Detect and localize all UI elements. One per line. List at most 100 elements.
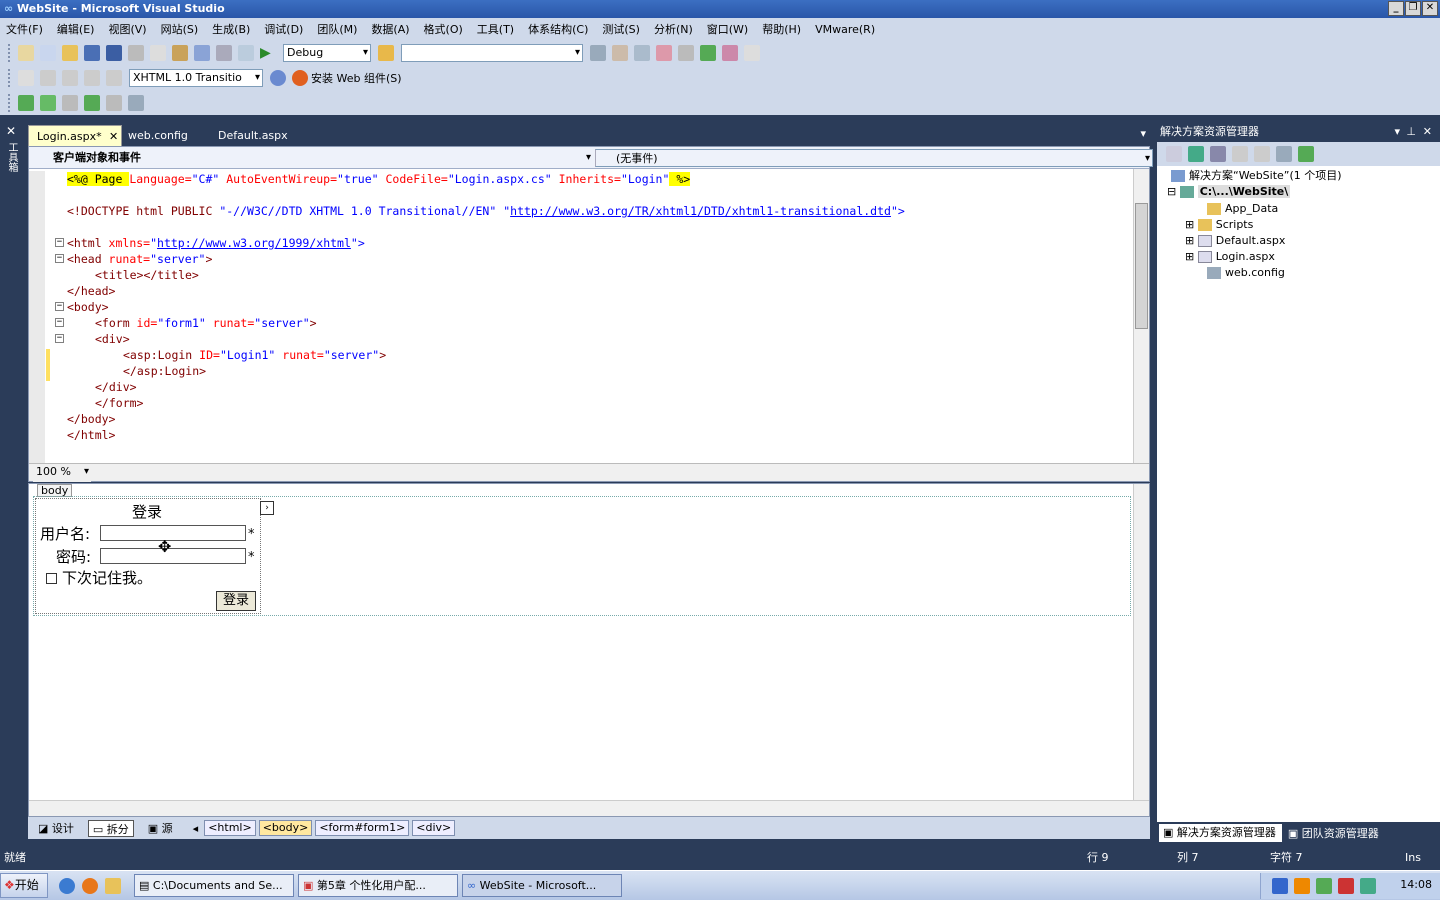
menu-team[interactable]: 团队(M) (317, 21, 357, 37)
menu-view[interactable]: 视图(V) (108, 21, 146, 37)
find-combo[interactable] (401, 43, 583, 62)
expand-icon[interactable]: ⊞ (1185, 234, 1198, 247)
client-objects-combo[interactable]: 客户端对象和事件 (33, 149, 593, 167)
tab-login-aspx[interactable]: Login.aspx* ✕ (28, 125, 122, 146)
design-vertical-scrollbar[interactable] (1133, 484, 1149, 800)
source-view-tab[interactable]: ▣ 源 (144, 820, 177, 837)
extensions-icon[interactable] (722, 44, 738, 61)
properties-icon[interactable] (1166, 146, 1182, 162)
close-button[interactable]: ✕ (1422, 1, 1438, 16)
open-icon[interactable] (62, 44, 78, 61)
toolbox-icon[interactable]: ✕ (0, 124, 22, 138)
fold-toggle-body[interactable]: − (55, 302, 64, 311)
menu-data[interactable]: 数据(A) (371, 21, 409, 37)
tools-icon[interactable] (678, 44, 694, 61)
save-icon[interactable] (84, 44, 100, 61)
menu-debug[interactable]: 调试(D) (264, 21, 303, 37)
panel-close-icon[interactable]: ✕ (1423, 122, 1432, 142)
solution-explorer-icon[interactable] (590, 44, 606, 61)
menu-tools[interactable]: 工具(T) (477, 21, 514, 37)
menu-edit[interactable]: 编辑(E) (57, 21, 95, 37)
undo-icon[interactable] (194, 44, 210, 61)
menu-website[interactable]: 网站(S) (161, 21, 199, 37)
continue-icon[interactable] (84, 94, 100, 111)
pause-icon[interactable] (106, 94, 122, 111)
start-button[interactable]: ❖开始 (0, 873, 48, 898)
solution-config-combo[interactable]: Debug (283, 43, 371, 62)
tree-item-app-data[interactable]: App_Data (1207, 201, 1278, 217)
doctype-combo[interactable]: XHTML 1.0 Transitio (129, 68, 263, 87)
crumb-left-icon[interactable]: ◂ (193, 822, 199, 835)
solution-node[interactable]: 解决方案“WebSite”(1 个项目) (1171, 168, 1342, 184)
tab-default-aspx[interactable]: Default.aspx (210, 125, 296, 146)
menu-build[interactable]: 生成(B) (212, 21, 250, 37)
find-icon[interactable] (378, 44, 394, 61)
design-surface[interactable]: body 登录 › 用户名: * 密码: * ✥ 下次记住我。 登录 (28, 483, 1150, 817)
start-page-icon[interactable] (700, 44, 716, 61)
smart-tag-button[interactable]: › (260, 501, 274, 515)
tree-item-scripts[interactable]: ⊞ Scripts (1185, 217, 1253, 233)
crumb-html[interactable]: <html> (204, 820, 256, 836)
save-all-icon[interactable] (106, 44, 122, 61)
restore-button[interactable]: ❐ (1405, 1, 1421, 16)
format-document-icon[interactable] (18, 69, 34, 86)
redo-icon[interactable] (216, 44, 232, 61)
tab-solution-explorer[interactable]: ▣ 解决方案资源管理器 (1159, 824, 1282, 842)
toolbox-icon[interactable] (656, 44, 672, 61)
navigate-icon[interactable] (238, 44, 254, 61)
refresh-icon[interactable] (1188, 146, 1204, 162)
events-combo[interactable]: (无事件) (595, 149, 1153, 168)
view-designer-icon[interactable] (1254, 146, 1270, 162)
menu-architecture[interactable]: 体系结构(C) (528, 21, 588, 37)
view-code-icon[interactable] (1232, 146, 1248, 162)
pin-icon[interactable]: ⊥ (1406, 122, 1416, 142)
code-area[interactable]: <%@ Page Language="C#" AutoEventWireup="… (29, 171, 1135, 463)
menu-file[interactable]: 文件(F) (6, 21, 43, 37)
expand-icon[interactable]: ⊞ (1185, 250, 1198, 263)
editor-vertical-scrollbar[interactable] (1133, 169, 1149, 463)
tree-item-default-aspx[interactable]: ⊞ Default.aspx (1185, 233, 1285, 249)
panel-menu-icon[interactable]: ▾ (1394, 122, 1400, 142)
command-window-icon[interactable] (744, 44, 760, 61)
copy-website-icon[interactable] (1276, 146, 1292, 162)
scrollbar-thumb[interactable] (1135, 203, 1148, 329)
login-control[interactable]: 登录 › 用户名: * 密码: * ✥ 下次记住我。 登录 (35, 498, 274, 614)
password-input[interactable] (100, 548, 246, 564)
nest-icon[interactable] (1210, 146, 1226, 162)
tray-security-icon[interactable] (1338, 878, 1354, 894)
menu-window[interactable]: 窗口(W) (707, 21, 748, 37)
menu-test[interactable]: 测试(S) (602, 21, 640, 37)
tree-item-login-aspx[interactable]: ⊞ Login.aspx (1185, 249, 1275, 265)
collapse-icon[interactable]: ⊟ (1167, 185, 1180, 198)
paste-icon[interactable] (172, 44, 188, 61)
editor-horizontal-scrollbar[interactable]: 100 % (29, 463, 1149, 482)
threads-icon[interactable] (128, 94, 144, 111)
tray-volume-icon[interactable] (1294, 878, 1310, 894)
menu-vmware[interactable]: VMware(R) (815, 23, 875, 36)
quicklaunch-folder-icon[interactable] (105, 878, 121, 894)
fold-toggle-head[interactable]: − (55, 254, 64, 263)
fold-toggle-form[interactable]: − (55, 318, 64, 327)
expand-icon[interactable]: ⊞ (1185, 218, 1198, 231)
tab-web-config[interactable]: web.config (120, 125, 196, 146)
minimize-button[interactable]: _ (1388, 1, 1404, 16)
username-input[interactable] (100, 525, 246, 541)
outdent-icon[interactable] (62, 69, 78, 86)
tray-update-icon[interactable] (1360, 878, 1376, 894)
stop-icon[interactable] (62, 94, 78, 111)
new-project-icon[interactable] (18, 44, 34, 61)
login-submit-button[interactable]: 登录 (216, 591, 256, 611)
toolbox-strip[interactable]: ✕ 工具箱 (0, 118, 22, 846)
start-debug-icon[interactable]: ▶ (260, 45, 276, 61)
menu-analyze[interactable]: 分析(N) (654, 21, 693, 37)
tray-app-icon[interactable] (1316, 878, 1332, 894)
object-browser-icon[interactable] (634, 44, 650, 61)
properties-icon[interactable] (612, 44, 628, 61)
menu-format[interactable]: 格式(O) (424, 21, 463, 37)
design-view-tab[interactable]: ◪ 设计 (34, 820, 78, 837)
taskbar-item-vs[interactable]: ∞ WebSite - Microsoft... (462, 874, 622, 897)
split-view-tab[interactable]: ▭ 拆分 (87, 819, 134, 837)
tray-network-icon[interactable] (1272, 878, 1288, 894)
tab-team-explorer[interactable]: ▣ 团队资源管理器 (1282, 825, 1379, 841)
uncomment-icon[interactable] (106, 69, 122, 86)
